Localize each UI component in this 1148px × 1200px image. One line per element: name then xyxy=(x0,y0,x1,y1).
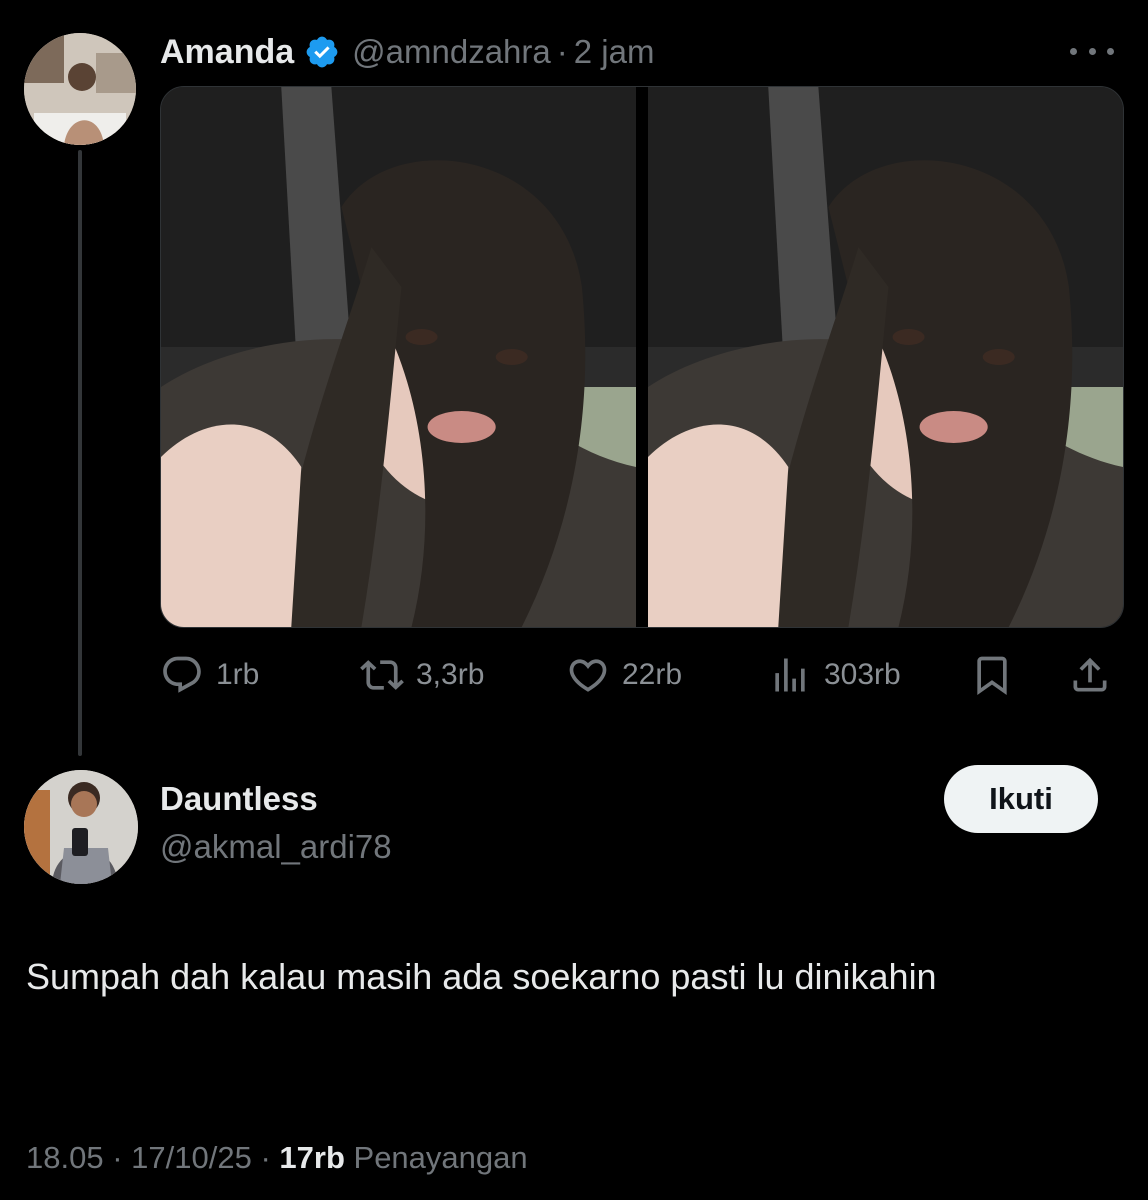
repost-icon xyxy=(360,660,404,690)
parent-author-avatar[interactable] xyxy=(24,33,136,145)
like-count: 22rb xyxy=(622,658,683,691)
reply-time[interactable]: 18.05 xyxy=(26,1140,104,1175)
reply-text: Sumpah dah kalau masih ada soekarno past… xyxy=(26,956,937,997)
repost-action[interactable]: 3,3rb xyxy=(360,650,484,700)
reply-author-handle[interactable]: @akmal_ardi78 xyxy=(160,828,392,866)
more-options-icon[interactable] xyxy=(1070,42,1114,60)
heart-icon xyxy=(569,659,607,692)
avatar-photo-icon xyxy=(24,33,136,145)
reply-count: 1rb xyxy=(216,658,260,691)
repost-count: 3,3rb xyxy=(416,658,485,691)
like-action[interactable]: 22rb xyxy=(566,650,682,700)
views-count: 303rb xyxy=(824,658,901,691)
tweet-photo-2[interactable] xyxy=(648,87,1123,627)
reply-author-avatar[interactable] xyxy=(24,770,138,884)
views-action[interactable]: 303rb xyxy=(768,650,901,700)
header-separator: · xyxy=(556,33,568,70)
share-action[interactable] xyxy=(1068,650,1124,700)
tweet-media-grid xyxy=(160,86,1124,628)
parent-tweet-header: Amanda @amndzahra · 2 jam xyxy=(160,28,654,76)
meta-separator: · xyxy=(260,1140,271,1175)
reply-date[interactable]: 17/10/25 xyxy=(131,1140,252,1175)
follow-button[interactable]: Ikuti xyxy=(944,765,1098,833)
thread-connector-line xyxy=(78,150,82,756)
share-icon xyxy=(1073,657,1107,692)
photo-placeholder-icon xyxy=(161,87,636,627)
photo-placeholder-icon xyxy=(648,87,1123,627)
reply-views-label: Penayangan xyxy=(353,1140,528,1175)
bookmark-icon xyxy=(977,656,1007,696)
parent-author-name[interactable]: Amanda xyxy=(160,33,294,72)
avatar-photo-icon xyxy=(24,770,138,884)
reply-icon xyxy=(163,656,201,693)
verified-badge-icon[interactable] xyxy=(304,34,340,70)
parent-tweet-time[interactable]: 2 jam xyxy=(574,33,655,71)
meta-separator: · xyxy=(112,1140,123,1175)
reply-views-count[interactable]: 17rb xyxy=(279,1140,344,1175)
tweet-photo-1[interactable] xyxy=(161,87,636,627)
tweet-action-bar: 1rb 3,3rb 22rb 303rb xyxy=(160,650,1122,700)
reply-action[interactable]: 1rb xyxy=(160,650,259,700)
bookmark-action[interactable] xyxy=(970,650,1026,700)
parent-author-handle[interactable]: @amndzahra xyxy=(352,33,551,71)
reply-author-name[interactable]: Dauntless xyxy=(160,780,318,818)
views-chart-icon xyxy=(775,658,805,692)
reply-meta: 18.05 · 17/10/25 · 17rb Penayangan xyxy=(26,1140,528,1176)
